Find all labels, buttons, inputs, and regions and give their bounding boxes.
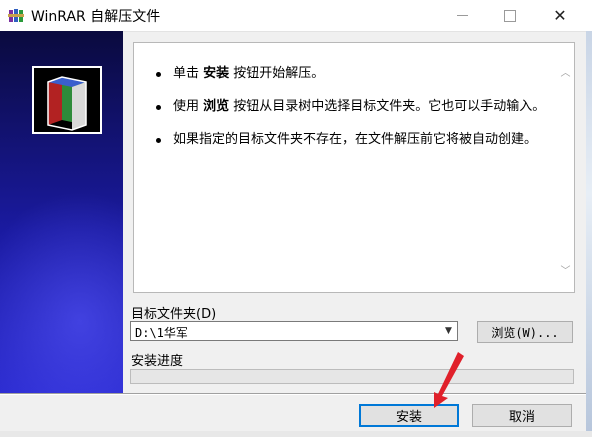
instruction-item: 如果指定的目标文件夹不存在，在文件解压前它将被自动创建。 [156, 131, 546, 149]
close-icon: ✕ [553, 6, 567, 25]
title-bar: WinRAR 自解压文件 ✕ [0, 0, 592, 32]
instruction-text: 如果指定的目标文件夹不存在，在文件解压前它将被自动创建。 [173, 132, 538, 147]
instruction-text: 使用 [173, 99, 204, 114]
instructions-list: 单击 安装 按钮开始解压。 使用 浏览 按钮从目录树中选择目标文件夹。它也可以手动… [156, 65, 546, 164]
minimize-icon [456, 15, 468, 16]
bullet-icon [156, 138, 161, 143]
scroll-up-icon[interactable]: ︿ [557, 63, 574, 80]
chevron-down-icon[interactable]: ▼ [440, 322, 457, 340]
instruction-item: 使用 浏览 按钮从目录树中选择目标文件夹。它也可以手动输入。 [156, 98, 546, 116]
bullet-icon [156, 72, 161, 77]
progress-label: 安装进度 [131, 354, 184, 369]
instruction-text: 单击 [173, 66, 204, 81]
close-button[interactable]: ✕ [537, 0, 583, 31]
scroll-down-icon[interactable]: ﹀ [557, 261, 574, 278]
window-title: WinRAR 自解压文件 [31, 9, 161, 25]
browse-button[interactable]: 浏览(W)... [477, 321, 573, 343]
maximize-icon [504, 9, 516, 22]
instruction-item: 单击 安装 按钮开始解压。 [156, 65, 546, 83]
minimize-button[interactable] [439, 0, 485, 31]
cancel-button[interactable]: 取消 [472, 404, 572, 427]
destination-path-field[interactable]: D:\1华军 [130, 321, 458, 341]
destination-label: 目标文件夹(D) [131, 307, 217, 322]
instruction-text: 按钮开始解压。 [229, 66, 325, 81]
banner-panel [0, 31, 123, 393]
maximize-button[interactable] [487, 0, 533, 31]
background-window-edge [586, 31, 592, 437]
instructions-panel: 单击 安装 按钮开始解压。 使用 浏览 按钮从目录树中选择目标文件夹。它也可以手动… [133, 42, 575, 293]
instruction-keyword: 浏览 [203, 99, 230, 114]
background-window-edge [0, 431, 592, 437]
winrar-books-icon [8, 9, 24, 22]
instruction-keyword: 安装 [203, 66, 230, 81]
install-progress-bar [130, 369, 574, 384]
winrar-logo-icon [32, 66, 102, 134]
instruction-text: 按钮从目录树中选择目标文件夹。它也可以手动输入。 [229, 99, 546, 114]
annotation-arrow-icon [434, 352, 464, 408]
bullet-icon [156, 105, 161, 110]
vertical-scrollbar[interactable]: ︿ ﹀ [557, 43, 574, 292]
